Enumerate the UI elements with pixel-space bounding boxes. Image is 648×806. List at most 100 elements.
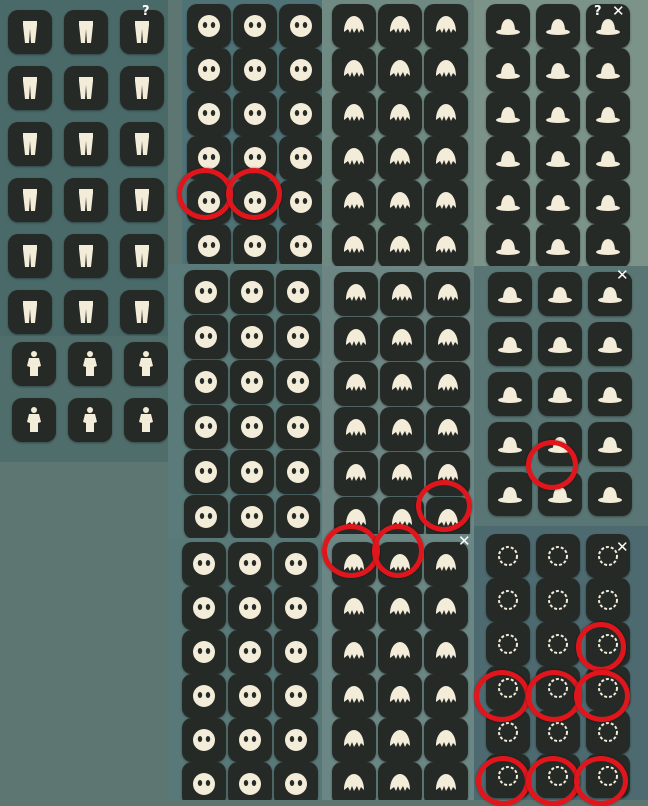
hair-item-tile[interactable] <box>380 362 424 406</box>
accessory-item-tile[interactable] <box>486 534 530 578</box>
mask-item-tile[interactable] <box>182 542 226 586</box>
pants-item-tile[interactable] <box>64 234 108 278</box>
mask-item-tile[interactable] <box>230 315 274 359</box>
hat-item-tile[interactable] <box>536 4 580 48</box>
mask-item-tile[interactable] <box>279 180 322 224</box>
mask-item-tile[interactable] <box>184 270 228 314</box>
mask-item-tile[interactable] <box>184 495 228 538</box>
hair-item-tile[interactable] <box>332 630 376 674</box>
hair-item-tile[interactable] <box>378 48 422 92</box>
hat-item-tile[interactable] <box>486 48 530 92</box>
hair-item-tile[interactable] <box>426 362 470 406</box>
pants-item-tile[interactable] <box>120 122 164 166</box>
mask-item-tile[interactable] <box>184 450 228 494</box>
mask-item-tile[interactable] <box>230 360 274 404</box>
hat-item-tile[interactable] <box>486 180 530 224</box>
hair-item-tile[interactable] <box>426 272 470 316</box>
outfit-item-tile[interactable] <box>68 398 112 442</box>
hat-item-tile[interactable] <box>536 48 580 92</box>
hair-item-tile[interactable] <box>426 407 470 451</box>
mask-item-tile[interactable] <box>184 315 228 359</box>
hat-item-tile[interactable] <box>588 372 632 416</box>
accessory-item-tile[interactable] <box>536 622 580 666</box>
mask-item-tile[interactable] <box>276 315 320 359</box>
hair-item-tile[interactable] <box>332 586 376 630</box>
close-icon[interactable]: ✕ <box>458 534 471 549</box>
mask-item-tile[interactable] <box>276 270 320 314</box>
hat-item-tile[interactable] <box>536 224 580 266</box>
hair-item-tile[interactable] <box>424 224 468 266</box>
pants-item-tile[interactable] <box>8 290 52 334</box>
hat-item-tile[interactable] <box>486 4 530 48</box>
mask-item-tile[interactable] <box>233 224 277 264</box>
hat-item-tile[interactable] <box>586 92 630 136</box>
pants-item-tile[interactable] <box>8 10 52 54</box>
hair-item-tile[interactable] <box>378 762 422 800</box>
hat-item-tile[interactable] <box>586 224 630 266</box>
hair-item-tile[interactable] <box>378 136 422 180</box>
hair-item-tile[interactable] <box>380 452 424 496</box>
mask-item-tile[interactable] <box>187 92 231 136</box>
hat-item-tile[interactable] <box>488 472 532 516</box>
hair-item-tile[interactable] <box>424 586 468 630</box>
mask-item-tile[interactable] <box>279 224 322 264</box>
mask-item-tile[interactable] <box>230 270 274 314</box>
hair-item-tile[interactable] <box>378 586 422 630</box>
mask-item-tile[interactable] <box>274 586 318 630</box>
pants-item-tile[interactable] <box>8 234 52 278</box>
hair-item-tile[interactable] <box>332 674 376 718</box>
hair-item-tile[interactable] <box>378 4 422 48</box>
mask-item-tile[interactable] <box>187 4 231 48</box>
pants-item-tile[interactable] <box>120 234 164 278</box>
hat-item-tile[interactable] <box>486 136 530 180</box>
hat-item-tile[interactable] <box>586 180 630 224</box>
mask-item-tile[interactable] <box>279 92 322 136</box>
hat-item-tile[interactable] <box>588 322 632 366</box>
hat-item-tile[interactable] <box>488 322 532 366</box>
mask-item-tile[interactable] <box>182 630 226 674</box>
mask-item-tile[interactable] <box>228 630 272 674</box>
mask-item-tile[interactable] <box>274 542 318 586</box>
pants-item-tile[interactable] <box>120 178 164 222</box>
mask-item-tile[interactable] <box>228 762 272 800</box>
mask-item-tile[interactable] <box>187 48 231 92</box>
hair-item-tile[interactable] <box>380 317 424 361</box>
hair-item-tile[interactable] <box>334 407 378 451</box>
pants-item-tile[interactable] <box>120 66 164 110</box>
hair-item-tile[interactable] <box>424 48 468 92</box>
accessory-item-tile[interactable] <box>486 622 530 666</box>
hair-item-tile[interactable] <box>334 452 378 496</box>
hair-item-tile[interactable] <box>424 4 468 48</box>
pants-item-tile[interactable] <box>64 10 108 54</box>
hat-item-tile[interactable] <box>538 322 582 366</box>
hair-item-tile[interactable] <box>424 718 468 762</box>
mask-item-tile[interactable] <box>276 360 320 404</box>
hair-item-tile[interactable] <box>426 317 470 361</box>
mask-item-tile[interactable] <box>228 542 272 586</box>
hair-item-tile[interactable] <box>334 272 378 316</box>
mask-item-tile[interactable] <box>182 674 226 718</box>
mask-item-tile[interactable] <box>230 450 274 494</box>
mask-item-tile[interactable] <box>274 718 318 762</box>
mask-item-tile[interactable] <box>184 405 228 449</box>
hat-item-tile[interactable] <box>586 136 630 180</box>
hair-item-tile[interactable] <box>332 92 376 136</box>
mask-item-tile[interactable] <box>276 495 320 538</box>
hair-item-tile[interactable] <box>332 48 376 92</box>
mask-item-tile[interactable] <box>274 762 318 800</box>
mask-item-tile[interactable] <box>228 674 272 718</box>
mask-item-tile[interactable] <box>276 450 320 494</box>
hair-item-tile[interactable] <box>378 92 422 136</box>
hat-item-tile[interactable] <box>586 48 630 92</box>
mask-item-tile[interactable] <box>182 718 226 762</box>
mask-item-tile[interactable] <box>182 762 226 800</box>
hat-item-tile[interactable] <box>488 372 532 416</box>
close-icon[interactable]: ✕ <box>616 268 629 283</box>
mask-item-tile[interactable] <box>279 48 322 92</box>
pants-item-tile[interactable] <box>8 178 52 222</box>
pants-item-tile[interactable] <box>8 122 52 166</box>
hat-item-tile[interactable] <box>486 224 530 266</box>
hat-item-tile[interactable] <box>588 422 632 466</box>
hat-item-tile[interactable] <box>488 422 532 466</box>
mask-item-tile[interactable] <box>279 4 322 48</box>
